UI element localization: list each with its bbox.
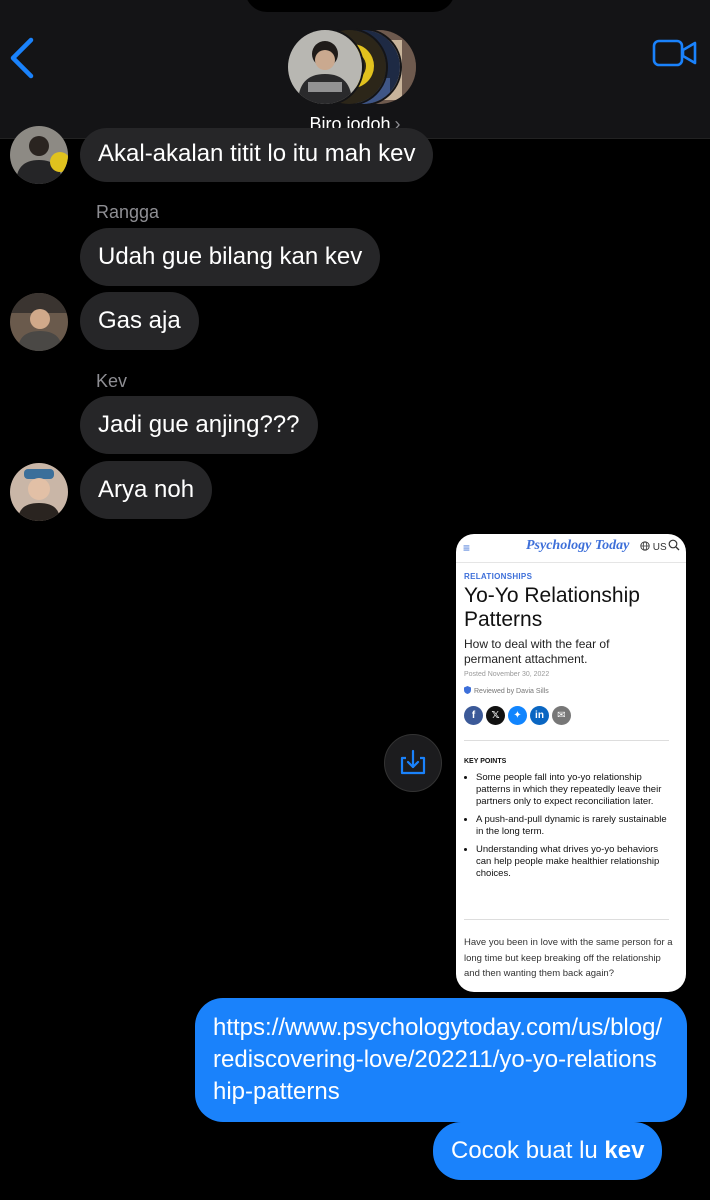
- site-logo: Psychology Today: [526, 538, 630, 553]
- member-avatar: [286, 28, 364, 106]
- video-camera-icon[interactable]: [652, 38, 698, 68]
- linkedin-icon: in: [530, 706, 549, 725]
- article-posted-date: Posted November 30, 2022: [464, 671, 550, 678]
- message-bubble-incoming[interactable]: Jadi gue anjing???: [80, 396, 318, 454]
- article-category: RELATIONSHIPS: [464, 572, 533, 581]
- email-icon: ✉: [552, 706, 571, 725]
- key-points-list: Some people fall into yo-yo relationship…: [464, 772, 676, 886]
- message-bubble-incoming[interactable]: Arya noh: [80, 461, 213, 519]
- message-link[interactable]: https://www.psychologytoday.com/us/blog/…: [213, 1014, 662, 1105]
- message-bubble-incoming[interactable]: Akal-akalan titit lo itu mah kev: [80, 128, 434, 182]
- message-text: Arya noh: [98, 476, 195, 503]
- site-topbar: ≡ Psychology Today US: [456, 534, 686, 563]
- article-title: Yo-Yo Relationship Patterns: [464, 584, 640, 631]
- menu-icon: ≡: [463, 541, 471, 555]
- message-text-bold: kev: [604, 1137, 645, 1164]
- region-selector: US: [640, 541, 667, 553]
- facebook-icon: f: [464, 706, 483, 725]
- sender-name: Kev: [96, 371, 128, 391]
- device-notch: [245, 0, 455, 12]
- bluesky-icon: ✦: [508, 706, 527, 725]
- key-points-heading: KEY POINTS: [464, 758, 507, 765]
- sender-avatar[interactable]: [10, 126, 68, 184]
- article-reviewer: Reviewed by Davia Sills: [464, 686, 549, 695]
- link-preview-card[interactable]: ≡ Psychology Today US RELATIONSHIPS Yo-Y…: [456, 534, 686, 992]
- message-bubble-outgoing[interactable]: https://www.psychologytoday.com/us/blog/…: [195, 998, 687, 1122]
- search-icon: [668, 539, 680, 551]
- back-chevron-icon[interactable]: [4, 34, 44, 82]
- message-bubble-outgoing[interactable]: Cocok buat lu kev: [433, 1122, 663, 1180]
- shield-icon: [464, 686, 471, 694]
- divider: [464, 919, 669, 920]
- sender-avatar[interactable]: [10, 293, 68, 351]
- article-body-snippet: Have you been in love with the same pers…: [464, 937, 673, 979]
- x-icon: 𝕏: [486, 706, 505, 725]
- sender-avatar[interactable]: [10, 463, 68, 521]
- article-subtitle: How to deal with the fear of permanent a…: [464, 637, 610, 666]
- region-label: US: [652, 542, 667, 553]
- key-point-item: Some people fall into yo-yo relationship…: [476, 772, 676, 808]
- reviewer-text: Reviewed by Davia Sills: [474, 688, 549, 695]
- message-text: Gas aja: [98, 307, 181, 334]
- message-text: Cocok buat lu: [451, 1137, 605, 1164]
- message-text: Akal-akalan titit lo itu mah kev: [98, 140, 416, 167]
- download-icon: [400, 749, 426, 775]
- message-text: Jadi gue anjing???: [98, 411, 300, 438]
- divider: [464, 740, 669, 741]
- share-buttons: f 𝕏 ✦ in ✉: [464, 705, 574, 725]
- message-text: Udah gue bilang kan kev: [98, 243, 363, 270]
- sender-name: Rangga: [96, 202, 160, 222]
- conversation-header: Biro jodoh ›: [0, 0, 710, 139]
- key-point-item: A push-and-pull dynamic is rarely sustai…: [476, 814, 676, 838]
- group-avatar-stack[interactable]: [286, 28, 418, 106]
- key-point-item: Understanding what drives yo-yo behavior…: [476, 844, 676, 880]
- message-bubble-incoming[interactable]: Udah gue bilang kan kev: [80, 228, 381, 286]
- globe-icon: [640, 541, 650, 551]
- download-button[interactable]: [384, 734, 442, 792]
- message-bubble-incoming[interactable]: Gas aja: [80, 292, 199, 350]
